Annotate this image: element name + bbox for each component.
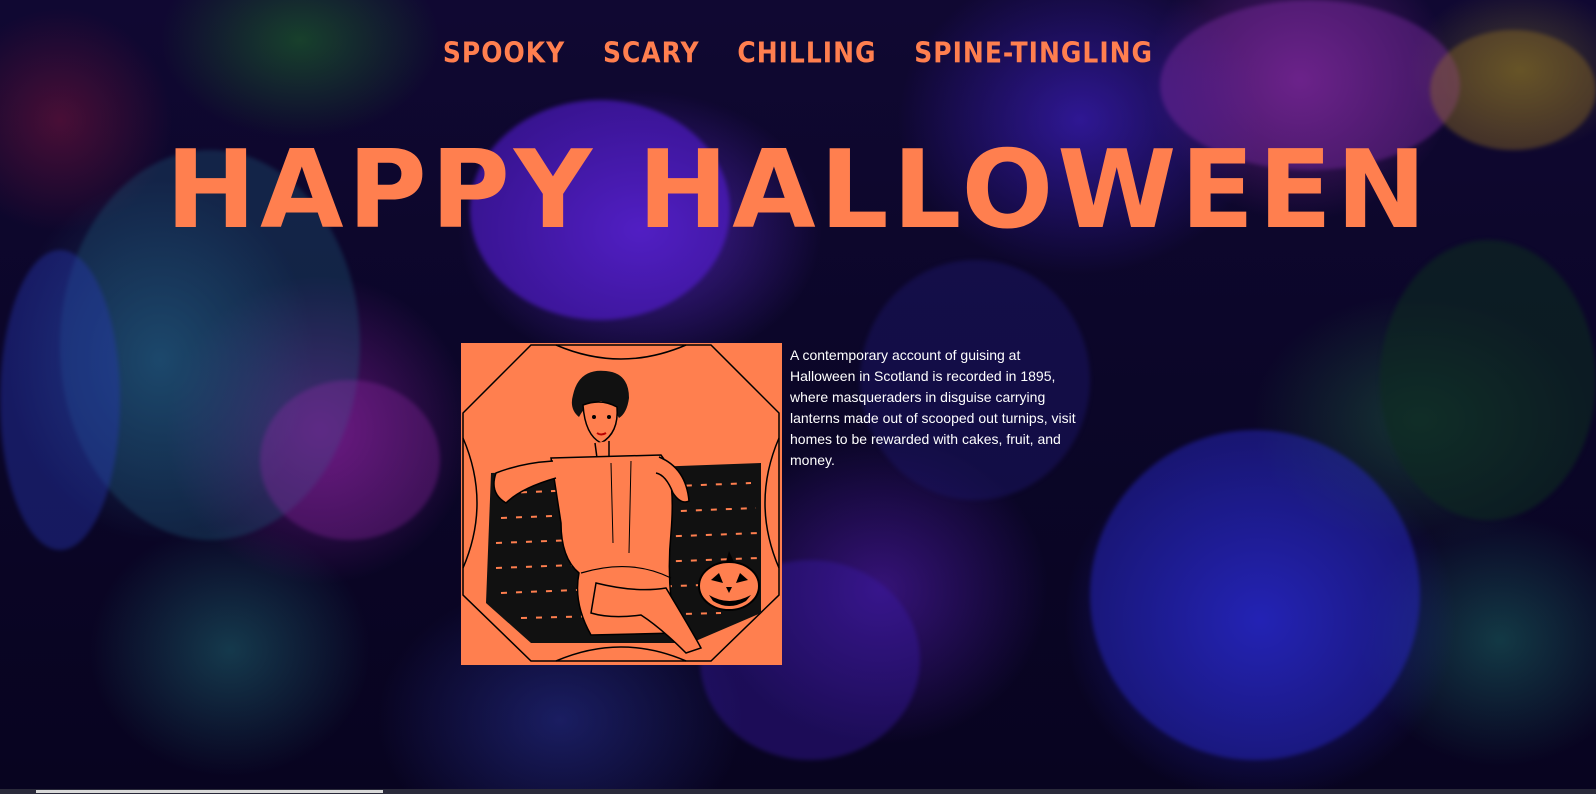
halloween-paragraph: A contemporary account of guising at Hal…: [790, 347, 1076, 468]
horizontal-scrollbar[interactable]: [0, 789, 1596, 794]
background-skull-shape: [260, 380, 440, 540]
background-skull-shape: [1090, 430, 1420, 760]
vintage-illustration: [461, 343, 782, 665]
nav-link-spine-tingling[interactable]: SPINE-TINGLING: [914, 36, 1153, 69]
nav-link-scary[interactable]: SCARY: [603, 36, 700, 69]
top-navigation: SPOOKY SCARY CHILLING SPINE-TINGLING: [0, 36, 1596, 69]
background-skull-shape: [1380, 240, 1596, 520]
scrollbar-thumb[interactable]: [36, 790, 383, 793]
background-skull-shape: [0, 250, 120, 550]
nav-link-chilling[interactable]: CHILLING: [737, 36, 876, 69]
page-background: SPOOKY SCARY CHILLING SPINE-TINGLING HAP…: [0, 0, 1596, 794]
nav-link-spooky[interactable]: SPOOKY: [443, 36, 565, 69]
page-title: HAPPY HALLOWEEN: [165, 128, 1431, 253]
woman-with-jack-o-lantern-icon: [462, 344, 780, 662]
